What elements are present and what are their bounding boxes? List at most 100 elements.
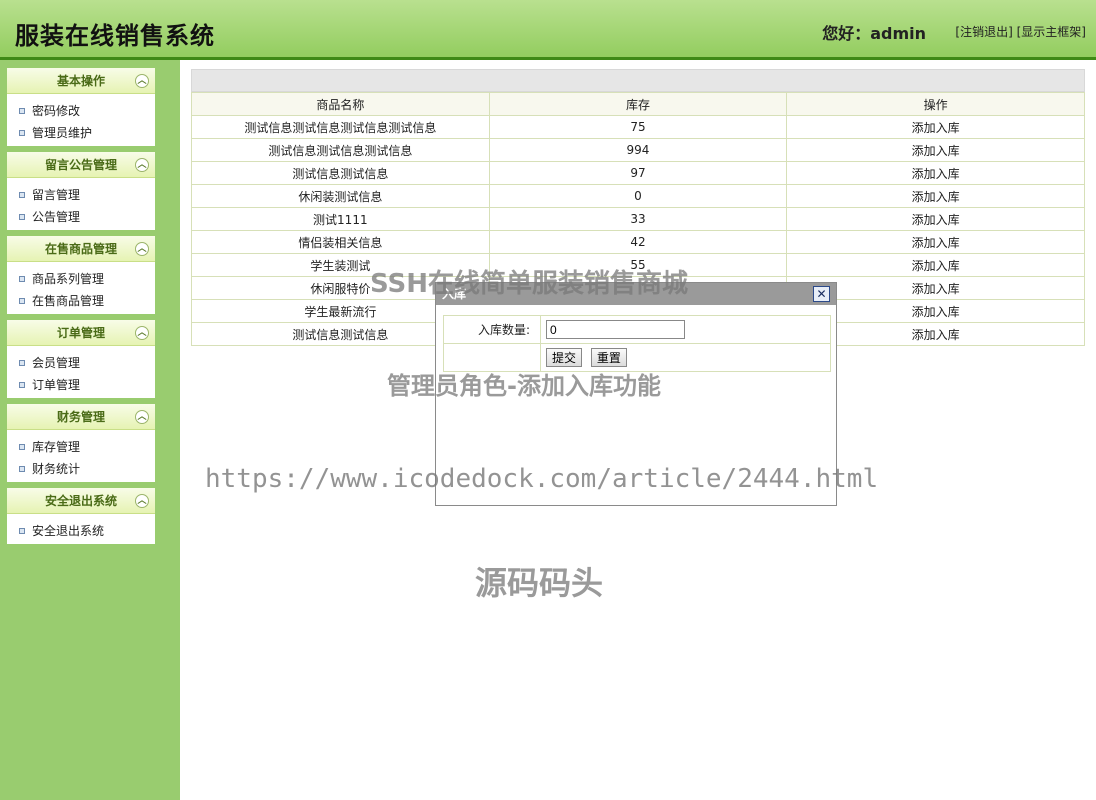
panel-header[interactable]: 订单管理 ︿ <box>7 320 155 346</box>
sidebar-item-finance-stats[interactable]: 财务统计 <box>7 458 155 480</box>
reset-button[interactable]: 重置 <box>591 348 627 367</box>
product-name-cell: 测试信息测试信息测试信息测试信息 <box>192 116 490 139</box>
product-name-cell: 学生装测试 <box>192 254 490 277</box>
logout-link[interactable]: [注销退出] <box>955 25 1012 39</box>
bullet-icon <box>19 276 25 282</box>
content-title-bar <box>191 69 1085 92</box>
sidebar-item-safe-exit[interactable]: 安全退出系统 <box>7 520 155 542</box>
panel-finance: 财务管理 ︿ 库存管理 财务统计 <box>7 404 155 482</box>
column-header: 库存 <box>489 93 787 116</box>
sidebar-item-members[interactable]: 会员管理 <box>7 352 155 374</box>
chevron-up-icon[interactable]: ︿ <box>135 326 149 340</box>
stock-cell: 97 <box>489 162 787 185</box>
chevron-up-icon[interactable]: ︿ <box>135 74 149 88</box>
panel-title: 在售商品管理 <box>45 242 117 256</box>
table-row: 测试111133添加入库 <box>192 208 1085 231</box>
panel-title: 基本操作 <box>57 74 105 88</box>
stock-cell: 33 <box>489 208 787 231</box>
sidebar-item-label: 财务统计 <box>32 462 80 476</box>
sidebar-item-label: 管理员维护 <box>32 126 92 140</box>
bullet-icon <box>19 298 25 304</box>
bullet-icon <box>19 214 25 220</box>
add-stock-link[interactable]: 添加入库 <box>787 185 1085 208</box>
sidebar-item-password[interactable]: 密码修改 <box>7 100 155 122</box>
sidebar-item-admin-maintain[interactable]: 管理员维护 <box>7 122 155 144</box>
panel-title: 财务管理 <box>57 410 105 424</box>
dialog-title: 入库 <box>442 287 466 301</box>
panel-goods: 在售商品管理 ︿ 商品系列管理 在售商品管理 <box>7 236 155 314</box>
sidebar-item-label: 留言管理 <box>32 188 80 202</box>
add-stock-link[interactable]: 添加入库 <box>787 254 1085 277</box>
bullet-icon <box>19 382 25 388</box>
bullet-icon <box>19 192 25 198</box>
panel-header[interactable]: 安全退出系统 ︿ <box>7 488 155 514</box>
add-stock-link[interactable]: 添加入库 <box>787 231 1085 254</box>
add-stock-link[interactable]: 添加入库 <box>787 208 1085 231</box>
stock-cell: 55 <box>489 254 787 277</box>
sidebar-item-goods-onsale[interactable]: 在售商品管理 <box>7 290 155 312</box>
sidebar-item-messages[interactable]: 留言管理 <box>7 184 155 206</box>
sidebar-item-goods-series[interactable]: 商品系列管理 <box>7 268 155 290</box>
show-main-frame-link[interactable]: [显示主框架] <box>1017 25 1086 39</box>
bullet-icon <box>19 466 25 472</box>
close-icon[interactable]: ✕ <box>813 286 830 302</box>
add-stock-link[interactable]: 添加入库 <box>787 162 1085 185</box>
sidebar-item-label: 公告管理 <box>32 210 80 224</box>
sidebar-item-label: 在售商品管理 <box>32 294 104 308</box>
column-header: 操作 <box>787 93 1085 116</box>
panel-header[interactable]: 基本操作 ︿ <box>7 68 155 94</box>
product-name-cell: 测试信息测试信息 <box>192 162 490 185</box>
bullet-icon <box>19 528 25 534</box>
panel-header[interactable]: 财务管理 ︿ <box>7 404 155 430</box>
table-row: 测试信息测试信息97添加入库 <box>192 162 1085 185</box>
panel-title: 留言公告管理 <box>45 158 117 172</box>
panel-orders: 订单管理 ︿ 会员管理 订单管理 <box>7 320 155 398</box>
bullet-icon <box>19 108 25 114</box>
stock-cell: 0 <box>489 185 787 208</box>
bullet-icon <box>19 130 25 136</box>
sidebar-item-label: 密码修改 <box>32 104 80 118</box>
sidebar: 基本操作 ︿ 密码修改 管理员维护 留言公告管理 ︿ 留言管理 公告管理 在售商… <box>0 60 180 800</box>
table-header-row: 商品名称 库存 操作 <box>192 93 1085 116</box>
panel-title: 订单管理 <box>57 326 105 340</box>
stock-cell: 994 <box>489 139 787 162</box>
panel-message-notice: 留言公告管理 ︿ 留言管理 公告管理 <box>7 152 155 230</box>
bullet-icon <box>19 444 25 450</box>
column-header: 商品名称 <box>192 93 490 116</box>
empty-cell <box>444 344 541 372</box>
chevron-up-icon[interactable]: ︿ <box>135 410 149 424</box>
chevron-up-icon[interactable]: ︿ <box>135 242 149 256</box>
sidebar-item-notices[interactable]: 公告管理 <box>7 206 155 228</box>
add-stock-link[interactable]: 添加入库 <box>787 116 1085 139</box>
chevron-up-icon[interactable]: ︿ <box>135 158 149 172</box>
stock-cell: 42 <box>489 231 787 254</box>
sidebar-item-orders[interactable]: 订单管理 <box>7 374 155 396</box>
quantity-input[interactable] <box>546 320 685 339</box>
panel-basic-ops: 基本操作 ︿ 密码修改 管理员维护 <box>7 68 155 146</box>
panel-header[interactable]: 留言公告管理 ︿ <box>7 152 155 178</box>
sidebar-item-label: 订单管理 <box>32 378 80 392</box>
top-header: 服装在线销售系统 您好：admin [注销退出] [显示主框架] <box>0 0 1096 60</box>
panel-header[interactable]: 在售商品管理 ︿ <box>7 236 155 262</box>
user-greeting: 您好：admin <box>822 20 926 44</box>
table-row: 情侣装相关信息42添加入库 <box>192 231 1085 254</box>
bullet-icon <box>19 360 25 366</box>
stock-cell: 75 <box>489 116 787 139</box>
stock-in-form: 入库数量: 提交 重置 <box>443 315 831 372</box>
chevron-up-icon[interactable]: ︿ <box>135 494 149 508</box>
product-name-cell: 测试1111 <box>192 208 490 231</box>
product-name-cell: 情侣装相关信息 <box>192 231 490 254</box>
header-links: [注销退出] [显示主框架] <box>955 23 1086 40</box>
sidebar-item-inventory[interactable]: 库存管理 <box>7 436 155 458</box>
submit-button[interactable]: 提交 <box>546 348 582 367</box>
dialog-titlebar[interactable]: 入库 ✕ <box>436 283 836 305</box>
watermark-brand: 源码码头 <box>475 558 603 604</box>
add-stock-link[interactable]: 添加入库 <box>787 139 1085 162</box>
quantity-label: 入库数量: <box>444 316 541 344</box>
panel-title: 安全退出系统 <box>45 494 117 508</box>
table-row: 测试信息测试信息测试信息测试信息75添加入库 <box>192 116 1085 139</box>
stock-in-dialog: 入库 ✕ 入库数量: 提交 重置 <box>435 282 837 506</box>
panel-safe-exit: 安全退出系统 ︿ 安全退出系统 <box>7 488 155 544</box>
product-name-cell: 测试信息测试信息测试信息 <box>192 139 490 162</box>
sidebar-item-label: 安全退出系统 <box>32 524 104 538</box>
